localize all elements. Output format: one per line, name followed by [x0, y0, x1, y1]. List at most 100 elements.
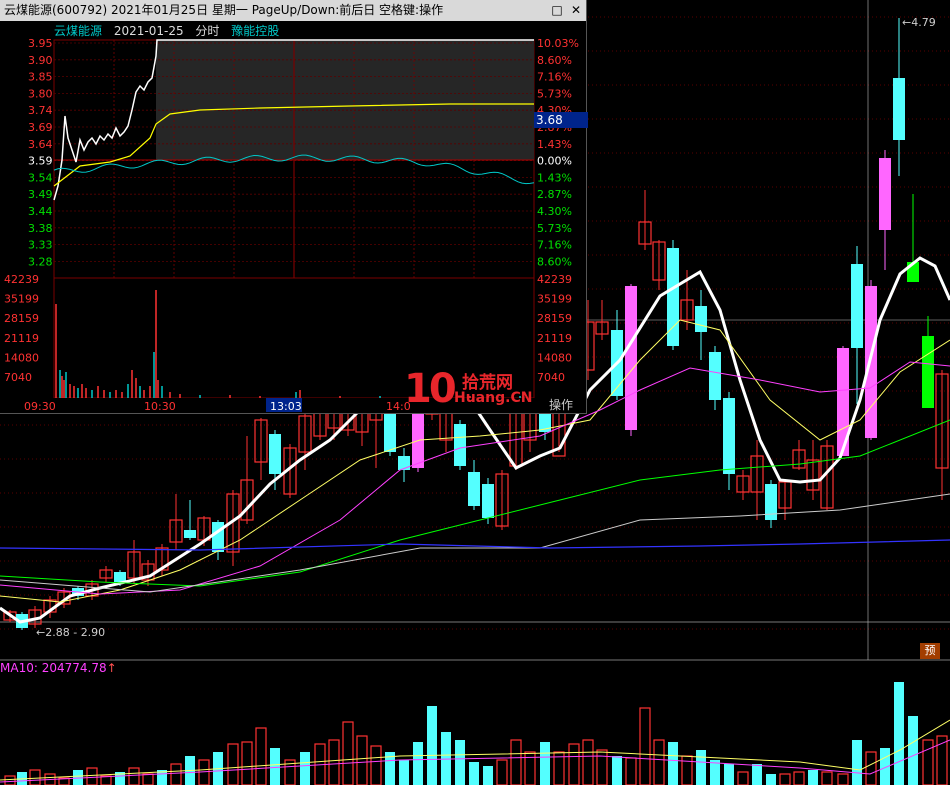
volume-tick: 21119 [4, 332, 39, 345]
intraday-chart[interactable]: 3.95 3.90 3.85 3.80 3.74 3.69 3.64 3.59 3.54 3.49… [0, 0, 586, 413]
volume-bar [540, 742, 550, 785]
main-chart-area[interactable]: ←4.79 ←2.88 - 2.90 预 MA10: 204774.78↑ 云煤… [0, 0, 950, 785]
volume-bar [808, 770, 818, 785]
high-price-label: ←4.79 [902, 16, 936, 29]
volume-tick: 21119 [537, 332, 572, 345]
site-watermark: 10 拾荒网 Huang.CN [404, 366, 540, 412]
time-tick: 13:03 [270, 400, 302, 413]
candle-body [384, 412, 396, 452]
volume-bar [582, 739, 594, 785]
current-price-tag: 3.68 [534, 112, 588, 128]
time-tick: 10:30 [144, 400, 176, 413]
volume-bar [4, 775, 16, 785]
volume-bar [752, 764, 762, 785]
watermark-en: Huang.CN [454, 390, 533, 406]
candle-body [723, 398, 735, 474]
volume-tick: 7040 [4, 371, 32, 384]
volume-bar [837, 773, 849, 785]
pct-tick: 5.73% [537, 222, 572, 235]
price-tick: 3.44 [28, 205, 53, 218]
volume-bar [270, 748, 280, 785]
volume-tick: 42239 [4, 273, 39, 286]
intraday-popup[interactable]: 云煤能源(600792) 2021年01月25日 星期一 PageUp/Down… [0, 0, 588, 414]
volume-bar [342, 721, 354, 785]
volume-bar [922, 739, 934, 785]
pct-tick: 5.73% [537, 87, 572, 100]
volume-bar [483, 766, 493, 785]
volume-bar [86, 767, 98, 785]
volume-tick: 35199 [4, 293, 39, 306]
volume-bar [908, 716, 918, 785]
candle-body [398, 456, 410, 470]
operate-button[interactable]: 操作 [540, 397, 582, 413]
volume-bar [255, 727, 267, 785]
volume-bar [496, 759, 508, 785]
pct-tick: 8.60% [537, 54, 572, 67]
price-tick: 3.54 [28, 171, 53, 184]
volume-bar [766, 774, 776, 785]
volume-bar [128, 767, 140, 785]
pct-tick: 4.30% [537, 205, 572, 218]
volume-ma-label: MA10: 204774.78↑ [0, 661, 117, 675]
volume-tick: 7040 [537, 371, 565, 384]
pct-tick: 1.43% [537, 138, 572, 151]
volume-bar [455, 740, 465, 785]
price-tick: 3.69 [28, 121, 53, 134]
volume-bar [142, 773, 154, 785]
volume-bar [793, 771, 805, 785]
price-tick: 3.64 [28, 138, 53, 151]
candle-body [412, 410, 424, 468]
forecast-badge[interactable]: 预 [920, 643, 940, 659]
price-tick: 3.38 [28, 222, 53, 235]
limit-up-zone [156, 40, 534, 160]
pct-tick: 10.03% [537, 37, 579, 50]
volume-bar [696, 750, 706, 785]
volume-bar [710, 760, 720, 785]
pct-tick: 7.16% [537, 71, 572, 84]
time-tick: 09:30 [24, 400, 56, 413]
volume-tick: 14080 [537, 351, 572, 364]
volume-bar [625, 757, 637, 785]
candle-body [269, 434, 281, 474]
pct-tick: 8.60% [537, 255, 572, 268]
volume-bar [441, 732, 451, 785]
volume-bar [779, 773, 791, 785]
volume-bar [241, 741, 253, 785]
candle-body [184, 530, 196, 538]
volume-bar [865, 751, 877, 785]
volume-bar [737, 771, 749, 785]
price-tick: 3.28 [28, 255, 53, 268]
price-tick: 3.33 [28, 239, 53, 252]
price-tick: 3.74 [28, 104, 53, 117]
volume-bar [681, 755, 693, 785]
candle-body [879, 158, 891, 230]
volume-bar [356, 735, 368, 785]
watermark-number: 10 [404, 366, 457, 412]
volume-bar [170, 763, 182, 785]
candle-body [468, 472, 480, 506]
price-tick: 3.85 [28, 71, 53, 84]
pct-tick: 2.87% [537, 188, 572, 201]
volume-bar [469, 762, 479, 785]
volume-bar [639, 707, 651, 785]
volume-tick: 28159 [4, 312, 39, 325]
price-tick: 3.49 [28, 188, 53, 201]
volume-bar [852, 740, 862, 785]
candle-body [114, 572, 126, 582]
volume-bar [198, 759, 210, 785]
volume-bar [612, 756, 622, 785]
volume-bar [427, 706, 437, 785]
volume-bar [370, 745, 382, 785]
volume-bar [668, 742, 678, 785]
volume-bar [328, 739, 340, 785]
candle-body [625, 286, 637, 430]
price-tick: 3.80 [28, 87, 53, 100]
candle-body [695, 306, 707, 332]
volume-bar [596, 749, 608, 785]
volume-bar [29, 769, 41, 785]
volume-bar [568, 743, 580, 785]
volume-bar [413, 742, 423, 785]
volume-bar [300, 752, 310, 785]
pct-tick: 7.16% [537, 239, 572, 252]
volume-bar [894, 682, 904, 785]
